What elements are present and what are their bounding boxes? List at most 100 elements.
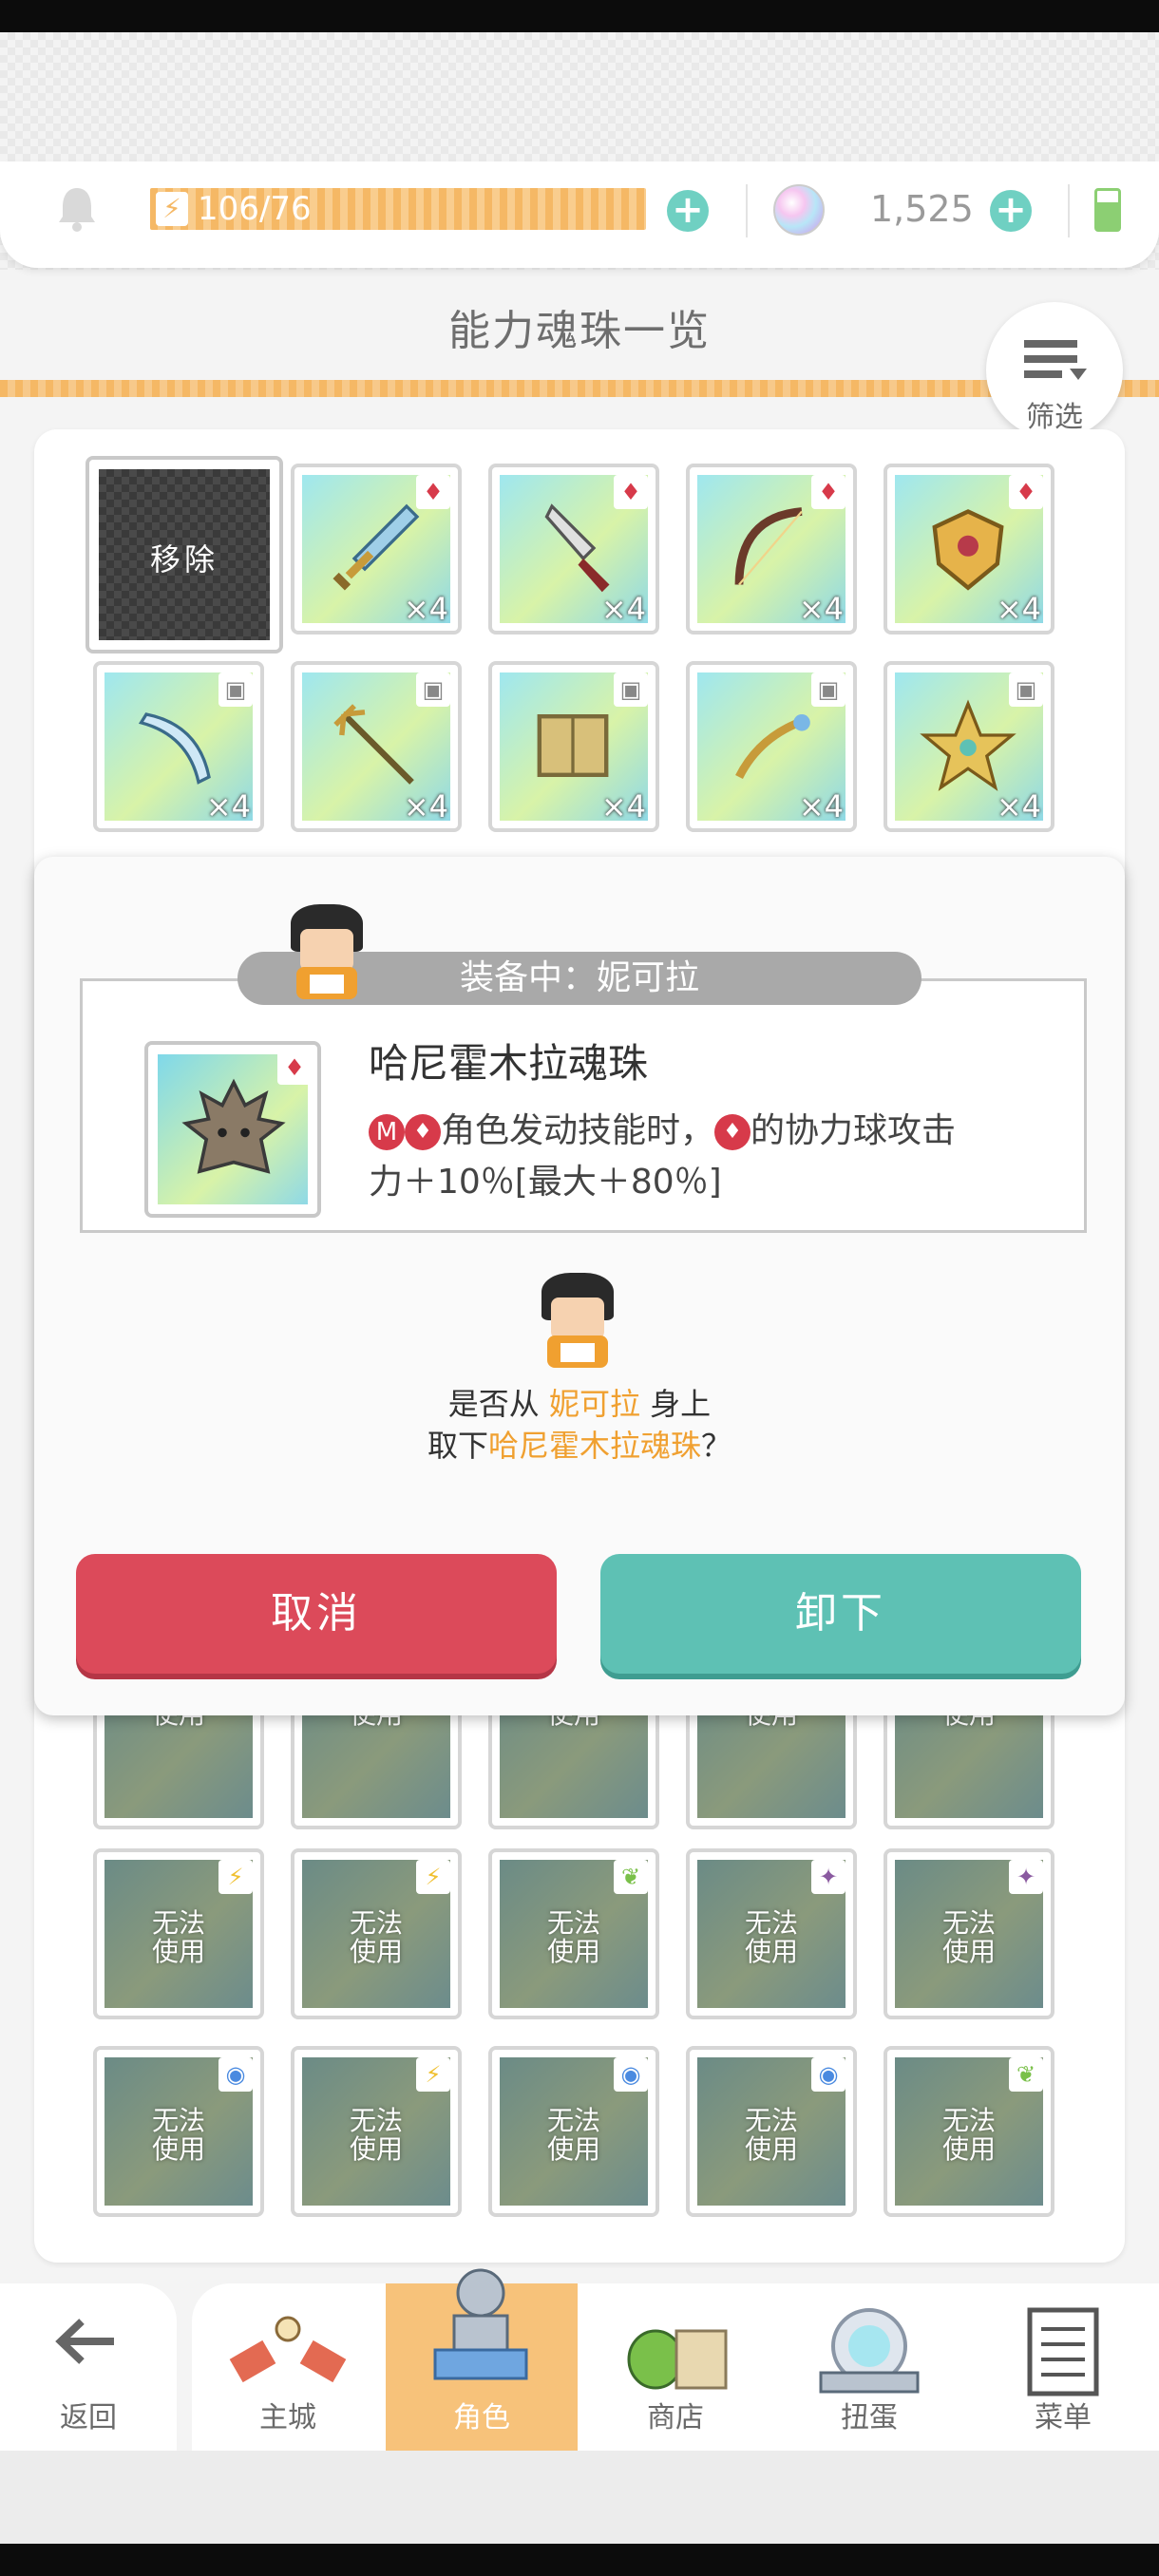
nav-main-city[interactable]: 主城 <box>192 2283 384 2451</box>
gem-slot-unusable[interactable]: ❦ 无法 使用 <box>884 2046 1054 2217</box>
unusable-label: 无法 使用 <box>349 1907 403 1967</box>
gem-slot-unusable[interactable]: ⚡ 无法 使用 <box>291 2046 462 2217</box>
gem-count: ×4 <box>600 788 646 824</box>
unusable-label: 无法 使用 <box>744 2105 798 2165</box>
gem-slot[interactable]: ♦ ×4 <box>488 464 659 635</box>
unequip-button[interactable]: 卸下 <box>600 1554 1081 1674</box>
gem-slot-unusable[interactable]: ◉ 无法 使用 <box>488 2046 659 2217</box>
divider <box>746 184 748 237</box>
gem-slot[interactable]: ▣ ×4 <box>686 661 857 832</box>
unusable-label: 无法 使用 <box>941 1907 996 1967</box>
gem-count: ×4 <box>403 591 448 627</box>
system-status-bar <box>0 0 1159 32</box>
divider <box>1068 184 1070 237</box>
element-tag-icon: ♦ <box>811 475 846 509</box>
add-gems-button[interactable]: + <box>990 190 1032 232</box>
add-stamina-button[interactable]: + <box>667 190 709 232</box>
gem-count: ×4 <box>798 788 844 824</box>
sword-icon <box>332 503 420 591</box>
bottom-nav: 返回 主城 角色 商店 扭蛋 菜单 <box>0 2268 1159 2451</box>
unknown-tag-icon: ▣ <box>416 672 450 707</box>
unusable-label: 无法 使用 <box>941 2105 996 2165</box>
gem-slot-unusable[interactable]: ⚡ 无法 使用 <box>291 1848 462 2019</box>
water-tag-icon: ◉ <box>811 2057 846 2092</box>
lightning-tag-icon: ⚡ <box>218 1860 253 1894</box>
system-nav-bar <box>0 2544 1159 2576</box>
shop-bag-icon <box>627 2329 728 2390</box>
bottom-strip <box>0 2451 1159 2544</box>
nav-menu[interactable]: 菜单 <box>967 2283 1159 2451</box>
stamina-value: 106/76 <box>198 190 312 228</box>
nav-shop[interactable]: 商店 <box>580 2283 771 2451</box>
character-avatar <box>277 900 376 1005</box>
gem-count: ×4 <box>996 788 1041 824</box>
gem-slot-unusable[interactable]: ❦ 无法 使用 <box>488 1848 659 2019</box>
gem-slot[interactable]: ♦ ×4 <box>686 464 857 635</box>
element-tag-icon: ♦ <box>416 475 450 509</box>
leaf-tag-icon: ❦ <box>1009 2057 1043 2092</box>
gem-slot[interactable]: ▣ ×4 <box>291 661 462 832</box>
leaf-tag-icon: ❦ <box>614 1860 648 1894</box>
gem-slot[interactable]: ▣ ×4 <box>93 661 264 832</box>
unknown-tag-icon: ▣ <box>614 672 648 707</box>
gem-slot-unusable[interactable]: ⚡ 无法 使用 <box>93 1848 264 2019</box>
lightning-tag-icon: ⚡ <box>416 1860 450 1894</box>
unusable-label: 无法 使用 <box>349 2105 403 2165</box>
cancel-button[interactable]: 取消 <box>76 1554 557 1674</box>
confirmation-question: 是否从 妮可拉 身上 取下哈尼霍木拉魂珠？ <box>427 1386 732 1464</box>
dark-tag-icon: ✦ <box>1009 1860 1043 1894</box>
lightning-icon: ⚡ <box>156 192 188 226</box>
unknown-tag-icon: ▣ <box>1009 672 1043 707</box>
gem-slot[interactable]: ▣ ×4 <box>488 661 659 832</box>
unusable-label: 无法 使用 <box>546 2105 600 2165</box>
dagger-icon <box>544 503 610 593</box>
seed-gem-icon <box>181 1078 286 1174</box>
battery-icon <box>1094 188 1121 232</box>
gem-slot-unusable[interactable]: ✦ 无法 使用 <box>686 1848 857 2019</box>
filter-icon <box>1024 340 1087 380</box>
nav-gacha[interactable]: 扭蛋 <box>773 2283 965 2451</box>
bow-icon <box>734 507 803 586</box>
gem-slot[interactable]: ♦ ×4 <box>291 464 462 635</box>
character-statue-icon <box>433 2268 528 2380</box>
remove-label: 移除 <box>149 541 218 578</box>
gem-currency-icon <box>773 184 825 236</box>
bell-icon[interactable] <box>53 182 101 234</box>
gem-count: ×4 <box>996 591 1041 627</box>
gem-slot-unusable[interactable]: ◉ 无法 使用 <box>93 2046 264 2217</box>
character-avatar <box>528 1269 627 1373</box>
gem-slot[interactable]: ▣ ×4 <box>884 661 1054 832</box>
unusable-label: 无法 使用 <box>151 2105 205 2165</box>
menu-list-icon <box>1027 2307 1099 2396</box>
gem-name: 哈尼霍木拉魂珠 <box>369 1040 649 1087</box>
unusable-label: 无法 使用 <box>151 1907 205 1967</box>
nav-back[interactable]: 返回 <box>0 2283 177 2451</box>
gem-count: ×4 <box>798 591 844 627</box>
scimitar-icon <box>138 712 211 785</box>
shield-icon <box>932 509 1004 591</box>
gem-slot-unusable[interactable]: ◉ 无法 使用 <box>686 2046 857 2217</box>
element-tag-icon: ♦ <box>1009 475 1043 509</box>
unknown-tag-icon: ▣ <box>218 672 253 707</box>
emblem-icon <box>920 699 1016 791</box>
city-icon <box>229 2316 347 2383</box>
lightning-tag-icon: ⚡ <box>416 2057 450 2092</box>
nav-character[interactable]: 角色 <box>386 2268 578 2451</box>
gem-slot[interactable]: ♦ ×4 <box>884 464 1054 635</box>
remove-slot[interactable]: 移除 <box>86 456 283 653</box>
gacha-machine-icon <box>819 2308 920 2394</box>
gem-count: ×4 <box>205 788 251 824</box>
element-tag-icon: ♦ <box>277 1051 312 1085</box>
fire-element-icon: ♦ <box>714 1114 751 1150</box>
water-tag-icon: ◉ <box>218 2057 253 2092</box>
back-arrow-icon <box>55 2319 114 2364</box>
unusable-label: 无法 使用 <box>744 1907 798 1967</box>
page-title: 能力魂珠一览 <box>448 307 711 355</box>
gem-slot-unusable[interactable]: ✦ 无法 使用 <box>884 1848 1054 2019</box>
filter-button[interactable]: 筛选 <box>986 302 1123 439</box>
m-badge-icon: M <box>369 1114 405 1150</box>
book-icon <box>537 714 609 777</box>
fire-element-icon: ♦ <box>405 1114 441 1150</box>
gem-count: 1,525 <box>870 188 974 230</box>
stamina-bar: ⚡ 106/76 <box>150 188 646 230</box>
